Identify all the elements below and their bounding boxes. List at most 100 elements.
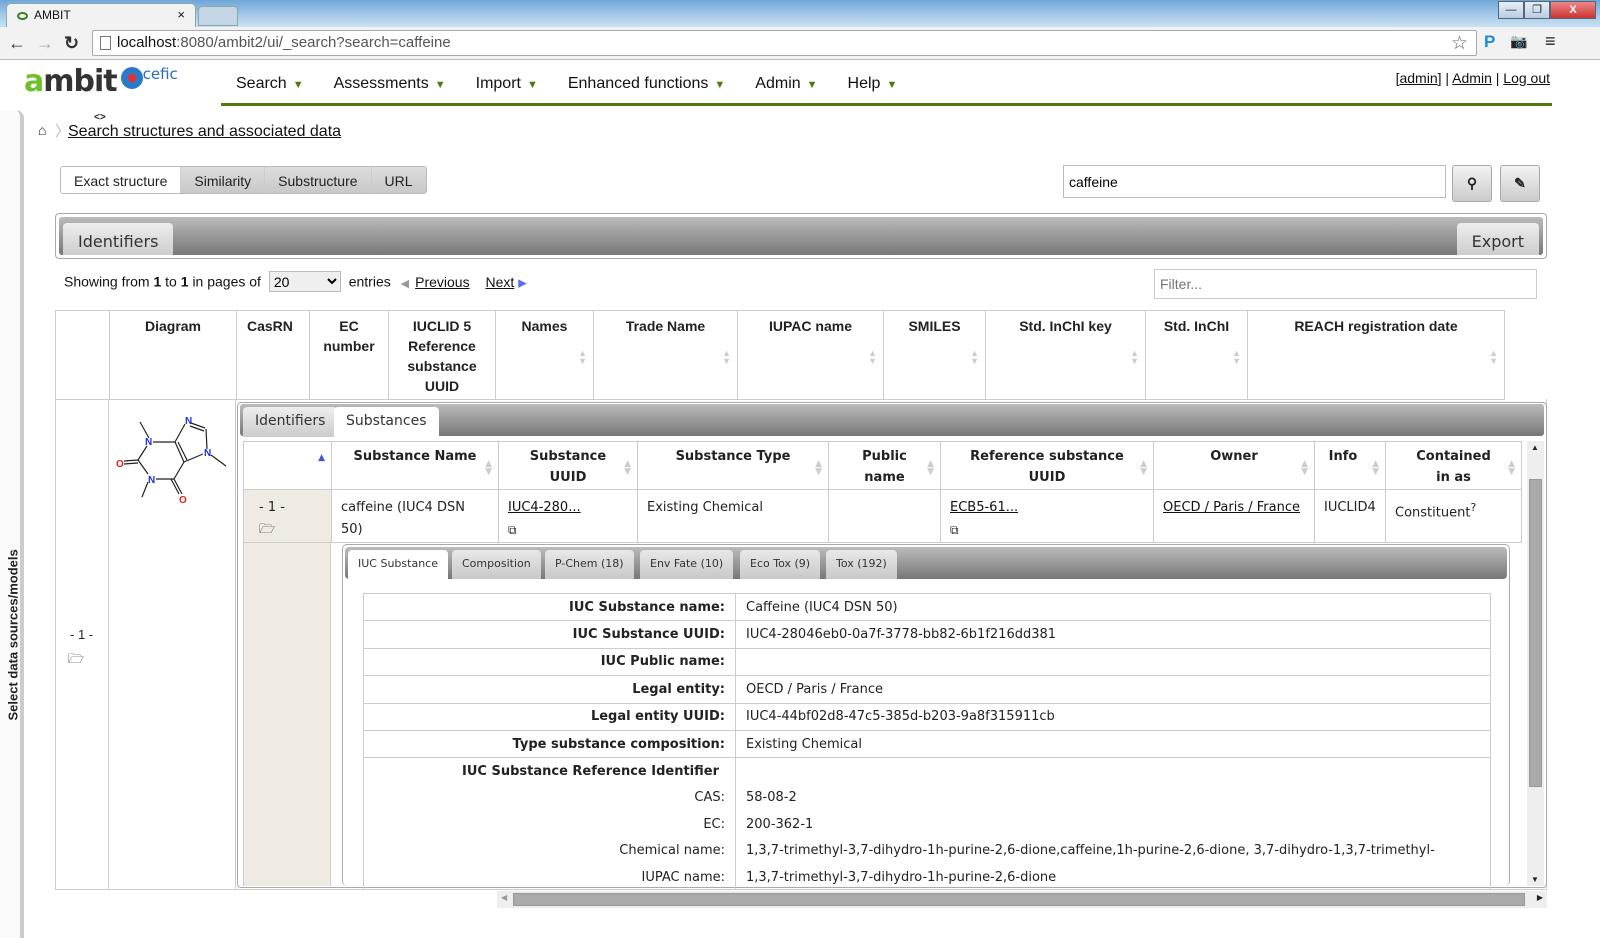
sort-icon[interactable]: ▲ ▼	[1130, 349, 1139, 366]
browser-tab[interactable]: AMBIT ×	[6, 3, 196, 27]
breadcrumb-link[interactable]: Search structures and associated data	[68, 123, 341, 141]
tab-substructure[interactable]: Substructure	[264, 167, 371, 193]
filter-input[interactable]	[1154, 269, 1537, 299]
col-iuclid5-uuid[interactable]: IUCLID 5 Reference substance UUID	[388, 310, 496, 400]
close-tab-icon[interactable]: ×	[177, 7, 185, 22]
col-substance-type[interactable]: Substance Type ▲ ▼	[637, 441, 829, 490]
home-icon[interactable]: ⌂	[38, 122, 46, 138]
admin-link[interactable]: Admin	[1452, 70, 1492, 86]
substance-uuid-link[interactable]: IUC4-280...	[508, 500, 581, 515]
col-substance-uuid[interactable]: Substance UUID ▲ ▼	[498, 441, 638, 490]
back-arrow-icon[interactable]: ←	[8, 33, 26, 54]
expand-toggle-icon[interactable]: <>	[94, 112, 106, 123]
nav-import[interactable]: Import ▼	[461, 62, 553, 103]
col-diagram[interactable]: Diagram	[109, 310, 237, 400]
restore-button[interactable]: ❐	[1524, 1, 1550, 19]
draw-structure-button[interactable]: ✎	[1500, 165, 1540, 202]
help-marker[interactable]: ?	[1470, 501, 1476, 514]
nav-search[interactable]: Search ▼	[221, 62, 319, 103]
nav-enhanced-functions[interactable]: Enhanced functions ▼	[553, 62, 740, 103]
sort-icon[interactable]: ▲ ▼	[1372, 460, 1379, 477]
nav-assessments[interactable]: Assessments ▼	[319, 62, 461, 103]
sort-icon[interactable]: ▲ ▼	[815, 460, 822, 477]
reference-uuid-link[interactable]: ECB5-61...	[950, 500, 1018, 515]
col-info[interactable]: Info ▲ ▼	[1314, 441, 1386, 490]
col-reference-uuid[interactable]: Reference substance UUID ▲ ▼	[940, 441, 1154, 490]
logout-link[interactable]: Log out	[1503, 70, 1550, 86]
tab-exact-structure[interactable]: Exact structure	[61, 167, 181, 193]
folder-open-icon[interactable]: 🗁	[259, 522, 275, 537]
col-casrn[interactable]: CasRN	[236, 310, 310, 400]
sort-icon[interactable]: ▲ ▼	[970, 349, 979, 366]
sort-icon[interactable]: ▲ ▼	[1232, 349, 1241, 366]
col-trade-name[interactable]: Trade Name ▲ ▼	[593, 310, 738, 400]
col-ec-number[interactable]: EC number	[309, 310, 389, 400]
tab-url[interactable]: URL	[370, 167, 426, 193]
tab-substances[interactable]: Substances	[334, 407, 439, 437]
substance-row[interactable]: - 1 - 🗁 caffeine (IUC4 DSN 50) IUC4-280..…	[243, 489, 1522, 543]
tab-identifiers[interactable]: Identifiers	[63, 223, 174, 255]
sort-icon[interactable]: ▲ ▼	[927, 460, 934, 477]
col-sub-index[interactable]: ▲	[243, 441, 332, 490]
sort-icon[interactable]: ▲ ▼	[1301, 460, 1308, 477]
col-owner[interactable]: Owner ▲ ▼	[1153, 441, 1315, 490]
tab-similarity[interactable]: Similarity	[180, 167, 265, 193]
col-iupac-name[interactable]: IUPAC name ▲ ▼	[737, 310, 884, 400]
tab-identifiers-sub[interactable]: Identifiers	[243, 407, 338, 437]
minimize-button[interactable]: —	[1498, 1, 1524, 19]
col-smiles[interactable]: SMILES ▲ ▼	[883, 310, 986, 400]
tab-p-chem[interactable]: P-Chem (18)	[545, 550, 634, 579]
sort-icon[interactable]: ▲ ▼	[485, 460, 492, 477]
sort-icon[interactable]: ▲ ▼	[868, 349, 877, 366]
scroll-right-icon[interactable]: ▶	[1537, 893, 1543, 902]
nav-admin[interactable]: Admin ▼	[740, 62, 832, 103]
data-sources-drawer[interactable]: Select data sources/models	[0, 110, 24, 938]
tab-env-fate[interactable]: Env Fate (10)	[640, 550, 734, 579]
camera-extension-icon[interactable]: 📷	[1510, 33, 1527, 50]
search-input[interactable]	[1063, 165, 1446, 198]
col-contained-in[interactable]: Contained in as ▲ ▼	[1385, 441, 1522, 490]
col-names[interactable]: Names ▲ ▼	[495, 310, 594, 400]
ambit-logo[interactable]: ambit cefic	[24, 64, 178, 99]
next-link[interactable]: Next	[485, 274, 514, 290]
scroll-left-icon[interactable]: ◀	[501, 893, 507, 902]
nav-help[interactable]: Help ▼	[833, 62, 913, 103]
username-link[interactable]: admin	[1399, 70, 1437, 86]
tab-iuc-substance[interactable]: IUC Substance	[348, 550, 448, 579]
sort-icon[interactable]: ▲ ▼	[1508, 460, 1515, 477]
structure-diagram[interactable]: N N N N O O	[112, 412, 232, 507]
horizontal-scrollbar[interactable]: ◀ ▶	[497, 891, 1547, 908]
copy-icon[interactable]: ⧉	[950, 523, 959, 537]
sort-icon[interactable]: ▲ ▼	[578, 349, 587, 366]
previous-link[interactable]: Previous	[415, 274, 469, 290]
close-window-button[interactable]: X	[1550, 1, 1596, 19]
scroll-thumb[interactable]	[513, 893, 1525, 906]
sort-icon[interactable]: ▲ ▼	[722, 349, 731, 366]
tab-composition[interactable]: Composition	[452, 550, 541, 579]
col-inchi[interactable]: Std. InChI ▲ ▼	[1145, 310, 1248, 400]
extension-p-icon[interactable]: P	[1484, 32, 1495, 52]
sort-asc-icon[interactable]: ▲	[318, 454, 325, 463]
col-reach-date[interactable]: REACH registration date ▲ ▼	[1247, 310, 1505, 400]
scroll-thumb[interactable]	[1529, 479, 1542, 787]
new-tab-button[interactable]	[198, 6, 238, 26]
folder-open-icon[interactable]: 🗁	[68, 650, 84, 672]
bookmark-star-icon[interactable]: ☆	[1451, 32, 1468, 55]
copy-icon[interactable]: ⧉	[508, 523, 517, 537]
scroll-up-icon[interactable]: ▲	[1531, 443, 1539, 452]
sort-icon[interactable]: ▲ ▼	[1489, 349, 1498, 366]
address-bar[interactable]: localhost:8080/ambit2/ui/_search?search=…	[92, 30, 1477, 56]
scroll-down-icon[interactable]: ▼	[1531, 875, 1539, 884]
reload-icon[interactable]: ↻	[64, 33, 79, 54]
page-size-select[interactable]: 20	[268, 271, 341, 292]
sort-icon[interactable]: ▲ ▼	[624, 460, 631, 477]
tab-tox[interactable]: Tox (192)	[826, 550, 897, 579]
forward-arrow-icon[interactable]: →	[36, 33, 54, 54]
sort-icon[interactable]: ▲ ▼	[1140, 460, 1147, 477]
col-public-name[interactable]: Public name ▲ ▼	[828, 441, 941, 490]
tab-eco-tox[interactable]: Eco Tox (9)	[740, 550, 821, 579]
menu-icon[interactable]: ≡	[1545, 31, 1556, 52]
owner-link[interactable]: OECD / Paris / France	[1163, 500, 1300, 515]
col-substance-name[interactable]: Substance Name ▲ ▼	[331, 441, 499, 490]
export-button[interactable]: Export	[1456, 223, 1539, 255]
